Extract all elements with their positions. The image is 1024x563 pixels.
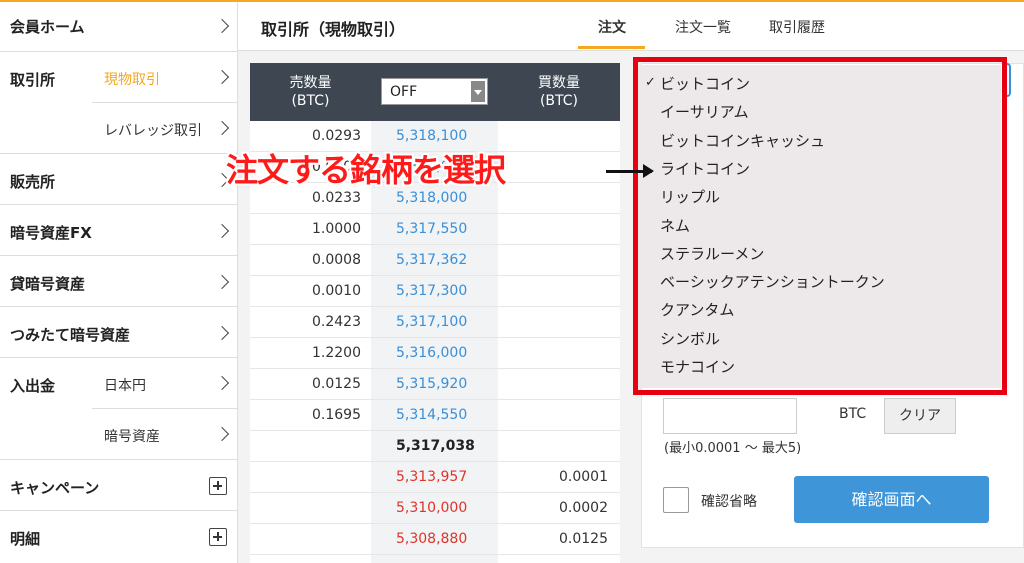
chevron-right-icon <box>214 274 230 290</box>
sidebar-item-campaign[interactable]: キャンペーン <box>0 460 237 511</box>
buy-quantity: 0.0125 <box>559 531 608 547</box>
order-book-row[interactable]: 0.0010 5,317,300 <box>250 276 620 307</box>
sell-quantity: 0.0233 <box>312 190 361 206</box>
sell-quantity: 0.0125 <box>312 376 361 392</box>
sell-quantity-header: 売数量 (BTC) <box>289 75 332 109</box>
sidebar-subitem-crypto[interactable]: 暗号資産 <box>92 409 237 460</box>
sidebar-item-label: 販売所 <box>10 173 56 191</box>
plus-icon[interactable] <box>209 528 227 546</box>
arrow-right-icon <box>606 164 654 178</box>
skip-confirm-checkbox[interactable] <box>663 487 689 513</box>
chevron-right-icon <box>214 426 230 442</box>
sell-quantity: 0.0008 <box>312 252 361 268</box>
order-book-row[interactable]: 0.2423 5,317,100 <box>250 307 620 338</box>
tab-order[interactable]: 注文 <box>598 17 626 37</box>
sell-quantity: 0.1695 <box>312 407 361 423</box>
sell-quantity: 0.0010 <box>312 283 361 299</box>
ask-price[interactable]: 5,318,100 <box>396 128 467 144</box>
sidebar-subitem-label: 暗号資産 <box>104 429 160 445</box>
ask-price[interactable]: 5,316,000 <box>396 345 467 361</box>
sidebar-item-label: つみたて暗号資産 <box>10 326 131 344</box>
buy-quantity-header: 買数量 (BTC) <box>538 75 580 109</box>
sell-quantity: 1.2200 <box>312 345 361 361</box>
price-filter-select[interactable]: OFF <box>381 78 488 105</box>
chevron-right-icon <box>214 223 230 239</box>
ask-price[interactable]: 5,318,000 <box>396 190 467 206</box>
annotation-text: 注文する銘柄を選択 <box>226 151 506 189</box>
bid-price[interactable]: 5,308,880 <box>396 531 467 547</box>
sidebar-subitem-spot[interactable]: 現物取引 <box>92 52 237 103</box>
sidebar-item-crypto-fx[interactable]: 暗号資産FX <box>0 205 237 256</box>
price-filter-value: OFF <box>390 84 418 100</box>
sell-quantity: 1.0000 <box>312 221 361 237</box>
clear-button[interactable]: クリア <box>884 398 956 434</box>
buy-quantity: 0.0002 <box>559 500 608 516</box>
ask-price[interactable]: 5,317,362 <box>396 252 467 268</box>
order-book-row[interactable]: 5,313,957 0.0001 <box>250 462 620 493</box>
ask-price[interactable]: 5,317,550 <box>396 221 467 237</box>
tab-trade-history[interactable]: 取引履歴 <box>769 17 825 37</box>
sidebar-item-label: 入出金 <box>10 377 56 395</box>
sidebar-subitem-label: 現物取引 <box>104 72 160 88</box>
range-note: (最小0.0001 〜 最大5) <box>664 441 802 456</box>
sidebar-item-sales[interactable]: 販売所 <box>0 154 237 205</box>
sidebar-item-label: 会員ホーム <box>10 18 85 36</box>
sell-quantity: 0.2423 <box>312 314 361 330</box>
sidebar-item-label: 貸暗号資産 <box>10 275 86 293</box>
plus-icon[interactable] <box>209 477 227 495</box>
mid-price: 5,317,038 <box>396 438 475 454</box>
order-book-row[interactable]: 1.2200 5,316,000 <box>250 338 620 369</box>
order-book-row[interactable]: 0.0008 5,317,362 <box>250 245 620 276</box>
unit-label: BTC <box>839 406 867 422</box>
dropdown-arrow-icon <box>471 81 485 102</box>
confirm-button[interactable]: 確認画面へ <box>794 476 989 523</box>
sidebar-item-member-home[interactable]: 会員ホーム <box>0 2 237 52</box>
order-book-row[interactable]: 0.0125 5,315,920 <box>250 369 620 400</box>
sidebar-item-label: 暗号資産FX <box>10 224 92 242</box>
sidebar-item-label: 明細 <box>10 530 41 548</box>
skip-confirm-label: 確認省略 <box>701 494 757 510</box>
sidebar-item-label: 取引所 <box>10 71 56 89</box>
page-header: 取引所（現物取引） 注文 注文一覧 取引履歴 <box>238 2 1024 51</box>
bid-price[interactable]: 5,310,000 <box>396 500 467 516</box>
tab-order-list[interactable]: 注文一覧 <box>675 17 731 37</box>
amount-input[interactable] <box>663 398 797 434</box>
order-book-row[interactable]: 0.1695 5,314,550 <box>250 400 620 431</box>
sidebar-subitem-label: レバレッジ取引 <box>104 123 202 139</box>
sidebar-item-lending[interactable]: 貸暗号資産 <box>0 256 237 307</box>
order-book-row[interactable]: 5,310,000 0.0002 <box>250 493 620 524</box>
sidebar-subitem-leverage[interactable]: レバレッジ取引 <box>92 103 237 154</box>
buy-quantity: 0.0001 <box>559 469 608 485</box>
ask-price[interactable]: 5,317,100 <box>396 314 467 330</box>
page-title: 取引所（現物取引） <box>261 20 406 39</box>
chevron-right-icon <box>214 325 230 341</box>
ask-price[interactable]: 5,317,300 <box>396 283 467 299</box>
sidebar-item-accumulation[interactable]: つみたて暗号資産 <box>0 307 237 358</box>
active-tab-indicator <box>578 46 645 49</box>
chevron-right-icon <box>214 120 230 136</box>
order-book-row[interactable]: 1.0000 5,317,550 <box>250 214 620 245</box>
bid-price[interactable]: 5,313,957 <box>396 469 467 485</box>
ask-price[interactable]: 5,314,550 <box>396 407 467 423</box>
sidebar-group-exchange: 取引所 現物取引 レバレッジ取引 <box>0 52 237 154</box>
order-book-mid-row[interactable]: 5,317,038 <box>250 431 620 462</box>
order-book-row[interactable]: 5,308,880 0.0125 <box>250 524 620 555</box>
sidebar-group-deposit-withdraw: 入出金 日本円 暗号資産 <box>0 358 237 460</box>
chevron-right-icon <box>214 18 230 34</box>
sidebar-item-label: キャンペーン <box>10 479 100 497</box>
sidebar-item-statements[interactable]: 明細 <box>0 511 237 563</box>
chevron-right-icon <box>214 375 230 391</box>
sidebar: 会員ホーム 取引所 現物取引 レバレッジ取引 販売所 暗号資産FX 貸暗号資産 … <box>0 2 238 563</box>
order-book: 売数量 (BTC) OFF 買数量 (BTC) 0.0293 5,318,100 0… <box>250 63 620 563</box>
sidebar-subitem-label: 日本円 <box>104 378 146 394</box>
ask-price[interactable]: 5,315,920 <box>396 376 467 392</box>
order-book-header: 売数量 (BTC) OFF 買数量 (BTC) <box>250 63 620 121</box>
sidebar-subitem-jpy[interactable]: 日本円 <box>92 358 237 409</box>
sell-quantity: 0.0293 <box>312 128 361 144</box>
order-book-row[interactable]: 5,308,8100.1000 <box>250 555 620 563</box>
highlight-box <box>633 57 1007 395</box>
chevron-right-icon <box>214 69 230 85</box>
